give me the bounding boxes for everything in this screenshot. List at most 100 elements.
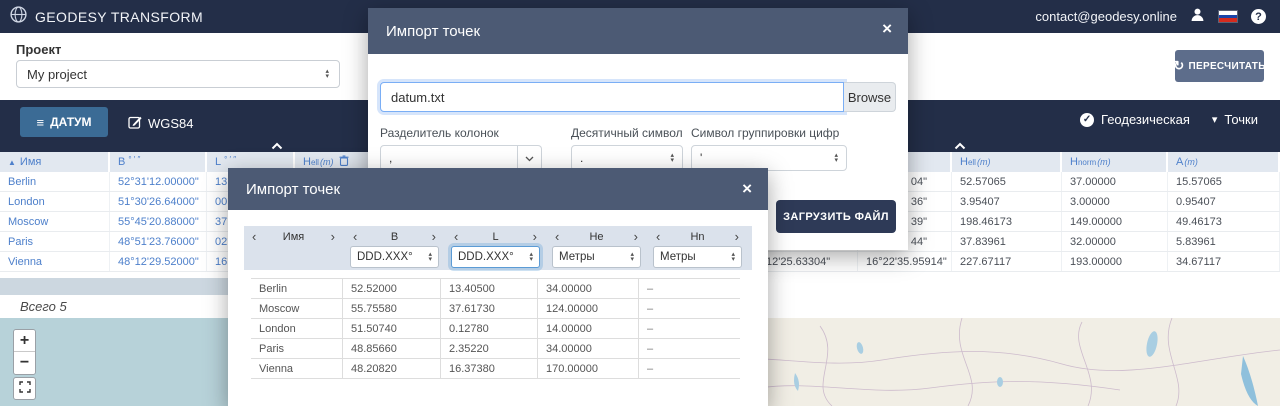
next-column-icon[interactable]: › [432, 230, 436, 243]
ru-flag-icon[interactable] [1218, 10, 1238, 23]
contact-link[interactable]: contact@geodesy.online [1035, 9, 1177, 24]
cell-hnorm: 193.00000 [1062, 252, 1168, 271]
refresh-icon: ↻ [1173, 58, 1185, 73]
tab-datum[interactable]: ≡ ДАТУМ [20, 107, 108, 137]
cell-b: 52°31'12.00000" [110, 172, 207, 191]
separator-label: Разделитель колонок [380, 126, 499, 140]
prev-column-icon[interactable]: ‹ [656, 230, 660, 243]
chevron-down-icon [525, 149, 534, 167]
cell-b: 48°12'29.52000" [110, 252, 207, 271]
project-select[interactable]: My project ▴ ▾ [16, 60, 340, 88]
column-header-b[interactable]: B ° ′ ″ [110, 152, 207, 172]
prev-column-icon[interactable]: ‹ [353, 230, 357, 243]
modal-title: Импорт точек [246, 180, 341, 198]
tab-wgs84[interactable]: WGS84 [128, 113, 194, 133]
cell-hell: 37.83961 [952, 232, 1062, 251]
recalculate-button[interactable]: ↻ ПЕРЕСЧИТАТЬ [1173, 50, 1265, 82]
column-header-hell[interactable]: Hell (m) [952, 152, 1062, 172]
close-icon[interactable]: × [882, 20, 892, 37]
cell-hn: – [647, 322, 654, 335]
cell-name: Berlin [251, 279, 343, 298]
cell-a: 0.95407 [1168, 192, 1280, 211]
cell-he: 34.00000 [538, 279, 639, 298]
cell-hnorm: 37.00000 [1062, 172, 1168, 191]
cell-hell: 3.95407 [952, 192, 1062, 211]
format-select-hn[interactable]: Метры ▴ ▾ [653, 246, 742, 268]
zoom-in-button[interactable]: + [14, 330, 35, 352]
next-column-icon[interactable]: › [533, 230, 537, 243]
modal-header: Импорт точек × [368, 8, 908, 54]
cell-name: Moscow [251, 299, 343, 318]
cell-name: London [251, 319, 343, 338]
cell-hnorm: 32.00000 [1062, 232, 1168, 251]
help-icon[interactable]: ? [1251, 9, 1266, 24]
format-select-l[interactable]: DDD.XXX° ▴ ▾ [451, 246, 540, 268]
cell-hn: – [647, 282, 654, 295]
cell-l: 16.37380 [441, 359, 538, 378]
check-circle-icon: ✓ [1080, 112, 1095, 127]
fullscreen-button[interactable] [13, 377, 36, 400]
fullscreen-icon [18, 380, 31, 398]
browse-button[interactable]: Browse [844, 82, 896, 112]
map-land [699, 318, 1280, 406]
prev-column-icon[interactable]: ‹ [252, 230, 256, 243]
table-row: Paris 48.85660 2.35220 34.00000 – [251, 339, 740, 359]
modal-title: Импорт точек [386, 22, 481, 40]
prev-column-icon[interactable]: ‹ [555, 230, 559, 243]
select-arrows-icon: ▴ ▾ [428, 251, 432, 263]
column-header-hnorm[interactable]: Hnorm (m) [1062, 152, 1168, 172]
sort-asc-icon: ▲ [8, 157, 16, 167]
cell-he: 14.00000 [538, 319, 639, 338]
column-header-a[interactable]: A (m) [1168, 152, 1280, 172]
cell-name: Moscow [0, 212, 110, 231]
cell-hn: – [647, 302, 654, 315]
cell-hn: – [647, 342, 654, 355]
upload-file-button[interactable]: ЗАГРУЗИТЬ ФАЙЛ [776, 200, 896, 233]
table-row: Vienna 48.20820 16.37380 170.00000 – [251, 359, 740, 379]
file-input[interactable] [380, 82, 844, 112]
select-arrows-icon: ▴ ▾ [834, 152, 838, 164]
cell-he: 124.00000 [538, 299, 639, 318]
cell-a: 49.46173 [1168, 212, 1280, 231]
column-mapping-band: ‹ Имя › ‹ B › DDD.XXX° ▴ ▾ ‹ L › DDD.XXX… [244, 226, 752, 270]
chevron-up-icon[interactable] [953, 138, 967, 150]
chevron-up-icon[interactable] [270, 138, 284, 150]
grouping-label: Символ группировки цифр [691, 126, 840, 140]
cell-b: 12'25.63304" [758, 252, 858, 271]
mapping-column-b: ‹ B › DDD.XXX° ▴ ▾ [346, 230, 443, 270]
select-arrows-icon: ▴ ▾ [325, 68, 329, 80]
cell-name: London [0, 192, 110, 211]
format-select-he[interactable]: Метры ▴ ▾ [552, 246, 641, 268]
file-picker: Browse [380, 82, 896, 112]
close-icon[interactable]: × [742, 180, 752, 197]
cell-l: 16°22'35.95914" [858, 252, 952, 271]
prev-column-icon[interactable]: ‹ [454, 230, 458, 243]
next-column-icon[interactable]: › [634, 230, 638, 243]
preview-table: Berlin 52.52000 13.40500 34.00000 – Mosc… [251, 278, 740, 379]
user-icon[interactable] [1190, 7, 1205, 27]
zoom-out-button[interactable]: − [14, 352, 35, 374]
cell-hn: – [647, 362, 654, 375]
separator-group: Разделитель колонок [380, 126, 542, 171]
geodesic-option[interactable]: ✓ Геодезическая [1080, 112, 1190, 127]
cell-hell: 198.46173 [952, 212, 1062, 231]
cell-l: 2.35220 [441, 339, 538, 358]
next-column-icon[interactable]: › [735, 230, 739, 243]
next-column-icon[interactable]: › [331, 230, 335, 243]
cell-b: 51.50740 [343, 319, 441, 338]
decimal-group: Десятичный символ . ▴ ▾ [571, 126, 683, 171]
select-arrows-icon: ▴ ▾ [731, 251, 735, 263]
points-dropdown[interactable]: ▾ Точки [1212, 112, 1258, 127]
cell-b: 48.20820 [343, 359, 441, 378]
trash-icon[interactable] [339, 155, 349, 169]
column-header-name[interactable]: ▲ Имя [0, 152, 110, 172]
cell-b: 51°30'26.64000" [110, 192, 207, 211]
cell-name: Berlin [0, 172, 110, 191]
table-row: Moscow 55.75580 37.61730 124.00000 – [251, 299, 740, 319]
cell-a: 5.83961 [1168, 232, 1280, 251]
import-mapping-modal: Импорт точек × ‹ Имя › ‹ B › DDD.XXX° ▴ ▾… [228, 168, 768, 406]
mapping-column-l: ‹ L › DDD.XXX° ▴ ▾ [447, 230, 544, 270]
cell-hell: 227.67117 [952, 252, 1062, 271]
cell-hnorm: 3.00000 [1062, 192, 1168, 211]
format-select-b[interactable]: DDD.XXX° ▴ ▾ [350, 246, 439, 268]
